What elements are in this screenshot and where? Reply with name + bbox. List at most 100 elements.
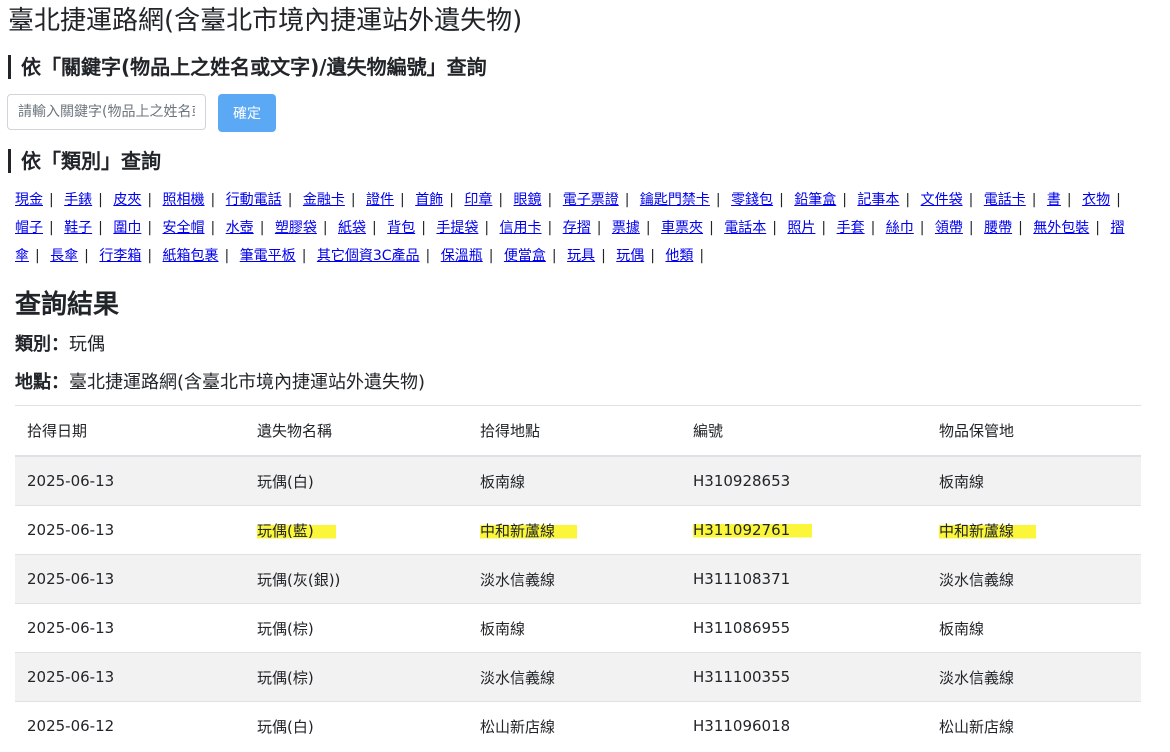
category-separator: |: [147, 220, 153, 236]
page-title: 臺北捷運路網(含臺北市境內捷運站外遺失物): [8, 6, 523, 36]
confirm-button[interactable]: 確定: [218, 94, 276, 132]
category-link[interactable]: 文件袋: [921, 192, 963, 208]
category-link[interactable]: 筆電平板: [240, 248, 296, 264]
category-separator: |: [210, 220, 216, 236]
category-link[interactable]: 記事本: [857, 192, 899, 208]
column-header-item-name: 遺失物名稱: [245, 405, 468, 457]
category-link[interactable]: 金融卡: [303, 192, 345, 208]
cell-found-location: 板南線: [468, 603, 681, 653]
category-link[interactable]: 首飾: [415, 192, 443, 208]
category-link[interactable]: 衣物: [1082, 192, 1110, 208]
category-separator: |: [547, 220, 553, 236]
category-link[interactable]: 眼鏡: [514, 192, 542, 208]
highlighted-text: 中和新蘆線: [939, 521, 1037, 540]
column-header-storage-location: 物品保管地: [927, 405, 1141, 457]
category-link[interactable]: 存摺: [563, 220, 591, 236]
category-link[interactable]: 電話卡: [984, 192, 1026, 208]
column-header-found-location: 拾得地點: [468, 405, 681, 457]
results-title: 查詢結果: [15, 290, 120, 320]
category-link[interactable]: 他類: [665, 248, 693, 264]
category-link[interactable]: 皮夾: [113, 192, 141, 208]
category-link[interactable]: 安全帽: [163, 220, 205, 236]
category-separator: |: [147, 248, 153, 264]
category-link[interactable]: 便當盒: [504, 248, 546, 264]
category-link[interactable]: 塑膠袋: [275, 220, 317, 236]
results-category-label: 類別：: [15, 334, 69, 355]
category-link[interactable]: 保溫瓶: [441, 248, 483, 264]
table-row: 2025-06-13 玩偶(棕) 淡水信義線 H311100355 淡水信義線: [15, 652, 1141, 702]
results-table: 拾得日期 遺失物名稱 拾得地點 編號 物品保管地 2025-06-13 玩偶(白)…: [15, 405, 1141, 750]
category-link[interactable]: 紙箱包裹: [163, 248, 219, 264]
cell-found-location: 淡水信義線: [468, 554, 681, 604]
category-separator: |: [968, 220, 974, 236]
category-link[interactable]: 印章: [464, 192, 492, 208]
category-link[interactable]: 書: [1047, 192, 1061, 208]
category-separator: |: [547, 192, 553, 208]
category-link[interactable]: 無外包裝: [1033, 220, 1089, 236]
category-link[interactable]: 電子票證: [563, 192, 619, 208]
category-link[interactable]: 信用卡: [500, 220, 542, 236]
category-link[interactable]: 行動電話: [226, 192, 282, 208]
cell-date: 2025-06-13: [15, 505, 245, 555]
category-link[interactable]: 帽子: [15, 220, 43, 236]
results-table-header: 拾得日期 遺失物名稱 拾得地點 編號 物品保管地: [15, 405, 1141, 457]
category-link[interactable]: 手錶: [64, 192, 92, 208]
category-separator: |: [821, 220, 827, 236]
category-separator: |: [287, 192, 293, 208]
category-link[interactable]: 腰帶: [984, 220, 1012, 236]
category-separator: |: [372, 220, 377, 236]
category-link[interactable]: 電話本: [724, 220, 766, 236]
category-link[interactable]: 照相機: [163, 192, 205, 208]
category-link[interactable]: 鞋子: [64, 220, 92, 236]
table-row: 2025-06-13 玩偶(棕) 板南線 H311086955 板南線: [15, 603, 1141, 653]
keyword-search-input[interactable]: [7, 94, 206, 130]
category-link[interactable]: 圍巾: [113, 220, 141, 236]
category-link[interactable]: 玩偶: [616, 248, 644, 264]
cell-date: 2025-06-12: [15, 701, 245, 750]
category-separator: |: [645, 220, 651, 236]
category-search-heading: 依「類別」查詢: [8, 149, 161, 173]
category-link[interactable]: 玩具: [567, 248, 595, 264]
category-link[interactable]: 紙袋: [338, 220, 366, 236]
category-link[interactable]: 照片: [787, 220, 815, 236]
cell-storage-location: 板南線: [927, 603, 1141, 653]
cell-found-location: 板南線: [468, 455, 681, 506]
category-link[interactable]: 手提袋: [436, 220, 478, 236]
category-separator: |: [301, 248, 307, 264]
category-separator: |: [968, 192, 974, 208]
category-link[interactable]: 水壺: [226, 220, 254, 236]
category-separator: |: [624, 192, 630, 208]
table-row: 2025-06-12 玩偶(白) 松山新店線 H311096018 松山新店線: [15, 701, 1141, 750]
category-link[interactable]: 領帶: [935, 220, 963, 236]
cell-date: 2025-06-13: [15, 652, 245, 702]
category-separator: |: [421, 220, 426, 236]
category-separator: |: [1018, 220, 1023, 236]
category-separator: |: [715, 192, 721, 208]
category-separator: |: [322, 220, 328, 236]
category-link[interactable]: 車票夾: [661, 220, 703, 236]
category-link[interactable]: 絲巾: [886, 220, 914, 236]
category-link[interactable]: 長傘: [50, 248, 78, 264]
results-location-value: 臺北捷運路網(含臺北市境內捷運站外遺失物): [69, 372, 426, 393]
category-link[interactable]: 背包: [387, 220, 415, 236]
category-link[interactable]: 鉛筆盒: [794, 192, 836, 208]
cell-storage-location: 板南線: [927, 455, 1141, 506]
category-link[interactable]: 其它個資3C產品: [317, 248, 420, 264]
results-location-line: 地點：臺北捷運路網(含臺北市境內捷運站外遺失物): [15, 370, 425, 396]
category-separator: |: [35, 248, 40, 264]
table-row: 2025-06-13 玩偶(灰(銀)) 淡水信義線 H311108371 淡水信義線: [15, 554, 1141, 604]
category-link[interactable]: 證件: [366, 192, 394, 208]
keyword-search-heading: 依「關鍵字(物品上之姓名或文字)/遺失物編號」查詢: [8, 55, 487, 79]
highlighted-text: 玩偶(藍): [257, 521, 336, 540]
category-separator: |: [49, 220, 54, 236]
category-link[interactable]: 手套: [837, 220, 865, 236]
table-row: 2025-06-13 玩偶(藍) 中和新蘆線 H311092761 中和新蘆線: [15, 505, 1141, 555]
category-link[interactable]: 現金: [15, 192, 43, 208]
category-link[interactable]: 鑰匙門禁卡: [640, 192, 710, 208]
category-separator: |: [709, 220, 714, 236]
category-link[interactable]: 行李箱: [99, 248, 141, 264]
category-link[interactable]: 票據: [612, 220, 640, 236]
category-separator: |: [1095, 220, 1100, 236]
category-link[interactable]: 零錢包: [731, 192, 773, 208]
category-separator: |: [870, 220, 876, 236]
